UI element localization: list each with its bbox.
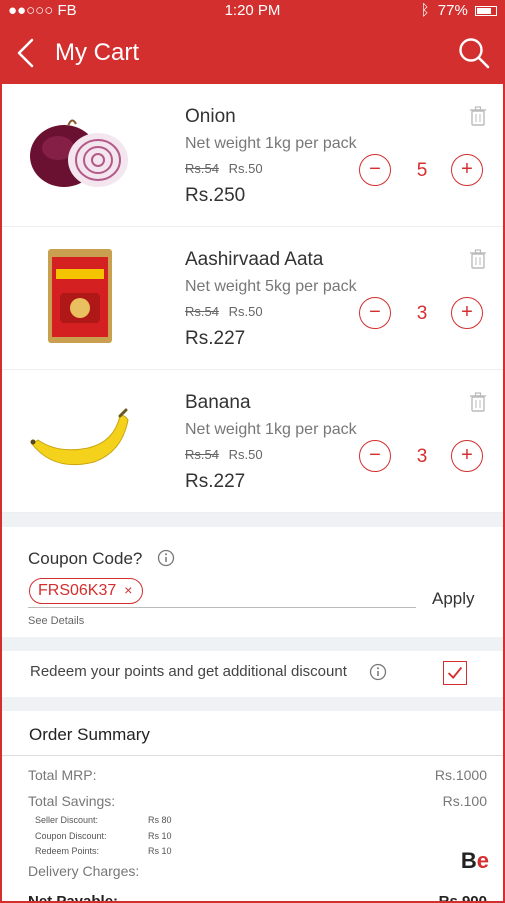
- see-details-link[interactable]: See Details: [28, 615, 84, 627]
- coupon-chip[interactable]: FRS06K37 ×: [29, 578, 144, 604]
- apply-coupon-button[interactable]: Apply: [432, 589, 475, 609]
- summary-divider: [2, 755, 503, 756]
- trash-icon[interactable]: [469, 106, 487, 126]
- app-bar: My Cart: [2, 22, 503, 84]
- increase-qty-button[interactable]: +: [451, 154, 483, 186]
- item-price: Rs.50: [228, 447, 263, 462]
- cart-item: Banana Net weight 1kg per pack Rs.54 Rs.…: [2, 370, 503, 513]
- coupon-discount-value: Rs 10: [148, 831, 172, 841]
- order-summary-title: Order Summary: [29, 725, 150, 744]
- page-title: My Cart: [55, 39, 139, 66]
- app-frame: ●●○○○ FB 1:20 PM ᛒ 77% My Cart Onion Net…: [0, 0, 505, 903]
- cart-list: Onion Net weight 1kg per pack Rs.54 Rs.5…: [2, 84, 503, 903]
- item-price: Rs.50: [228, 304, 263, 319]
- item-quantity: 3: [416, 303, 428, 324]
- coupon-discount-row: Coupon Discount: Rs 10: [35, 831, 175, 841]
- redeem-points-checkbox[interactable]: [443, 661, 467, 685]
- redeem-points-label: Redeem Points:: [35, 846, 100, 856]
- item-price: Rs.50: [228, 161, 263, 176]
- bluetooth-icon: ᛒ: [420, 2, 430, 19]
- item-weight: Net weight 1kg per pack: [185, 135, 357, 152]
- item-mrp: Rs.54: [185, 304, 219, 319]
- item-prices: Rs.54 Rs.50: [185, 304, 263, 319]
- redeem-points-row: Redeem your points and get additional di…: [2, 651, 503, 697]
- item-total: Rs.227: [185, 471, 246, 492]
- item-total: Rs.227: [185, 328, 246, 349]
- coupon-code: FRS06K37: [38, 582, 117, 599]
- search-icon[interactable]: [457, 36, 491, 70]
- net-payable-label: Net Payable:: [28, 893, 119, 903]
- coupon-section: Coupon Code? FRS06K37 × Apply See Details: [2, 527, 503, 637]
- section-divider: [2, 513, 503, 527]
- delivery-charges-row: Delivery Charges:: [28, 863, 487, 879]
- item-name: Onion: [185, 106, 236, 127]
- item-name: Banana: [185, 392, 251, 413]
- coupon-input-underline: [28, 607, 416, 608]
- atta-pack-image: [48, 249, 112, 343]
- item-name: Aashirvaad Aata: [185, 249, 324, 270]
- redeem-points-text: Redeem your points and get additional di…: [30, 663, 347, 680]
- status-bar: ●●○○○ FB 1:20 PM ᛒ 77%: [2, 0, 503, 22]
- item-quantity: 5: [416, 160, 428, 181]
- decrease-qty-button[interactable]: −: [359, 154, 391, 186]
- banana-image: [30, 408, 129, 466]
- item-weight: Net weight 5kg per pack: [185, 278, 357, 295]
- delivery-charges-label: Delivery Charges:: [28, 863, 140, 879]
- seller-discount-row: Seller Discount: Rs 80: [35, 815, 175, 825]
- redeem-points-discount-row: Redeem Points: Rs 10: [35, 846, 175, 856]
- coupon-label: Coupon Code?: [28, 549, 143, 568]
- decrease-qty-button[interactable]: −: [359, 440, 391, 472]
- item-prices: Rs.54 Rs.50: [185, 447, 263, 462]
- total-savings-row: Total Savings: Rs.100: [28, 793, 487, 809]
- back-arrow-icon[interactable]: [10, 34, 46, 72]
- battery-status: ᛒ 77%: [421, 2, 497, 19]
- item-quantity: 3: [416, 446, 428, 467]
- total-savings-value: Rs.100: [442, 793, 487, 809]
- cart-item: Aashirvaad Aata Net weight 5kg per pack …: [2, 227, 503, 370]
- battery-percent: 77%: [437, 2, 468, 19]
- item-mrp: Rs.54: [185, 447, 219, 462]
- net-payable-row: Net Payable: Rs.900: [28, 893, 487, 903]
- info-icon[interactable]: [157, 549, 175, 567]
- increase-qty-button[interactable]: +: [451, 440, 483, 472]
- item-total: Rs.250: [185, 185, 246, 206]
- total-mrp-row: Total MRP: Rs.1000: [28, 767, 487, 783]
- battery-icon: [475, 6, 497, 16]
- decrease-qty-button[interactable]: −: [359, 297, 391, 329]
- total-savings-label: Total Savings:: [28, 793, 116, 809]
- item-prices: Rs.54 Rs.50: [185, 161, 263, 176]
- item-mrp: Rs.54: [185, 161, 219, 176]
- cart-item: Onion Net weight 1kg per pack Rs.54 Rs.5…: [2, 84, 503, 227]
- info-icon[interactable]: [369, 663, 387, 681]
- trash-icon[interactable]: [469, 392, 487, 412]
- section-divider: [2, 697, 503, 711]
- remove-coupon-icon[interactable]: ×: [124, 582, 132, 598]
- item-weight: Net weight 1kg per pack: [185, 421, 357, 438]
- order-summary: Order Summary Total MRP: Rs.1000 Total S…: [2, 711, 503, 903]
- seller-discount-label: Seller Discount:: [35, 815, 99, 825]
- increase-qty-button[interactable]: +: [451, 297, 483, 329]
- redeem-points-value: Rs 10: [148, 846, 172, 856]
- net-payable-value: Rs.900: [438, 893, 487, 903]
- trash-icon[interactable]: [469, 249, 487, 269]
- behance-watermark-logo: Be: [460, 848, 489, 873]
- seller-discount-value: Rs 80: [148, 815, 172, 825]
- total-mrp-label: Total MRP:: [28, 767, 97, 783]
- total-mrp-value: Rs.1000: [434, 767, 487, 783]
- section-divider: [2, 637, 503, 651]
- coupon-discount-label: Coupon Discount:: [35, 831, 107, 841]
- onion-image: [30, 119, 128, 187]
